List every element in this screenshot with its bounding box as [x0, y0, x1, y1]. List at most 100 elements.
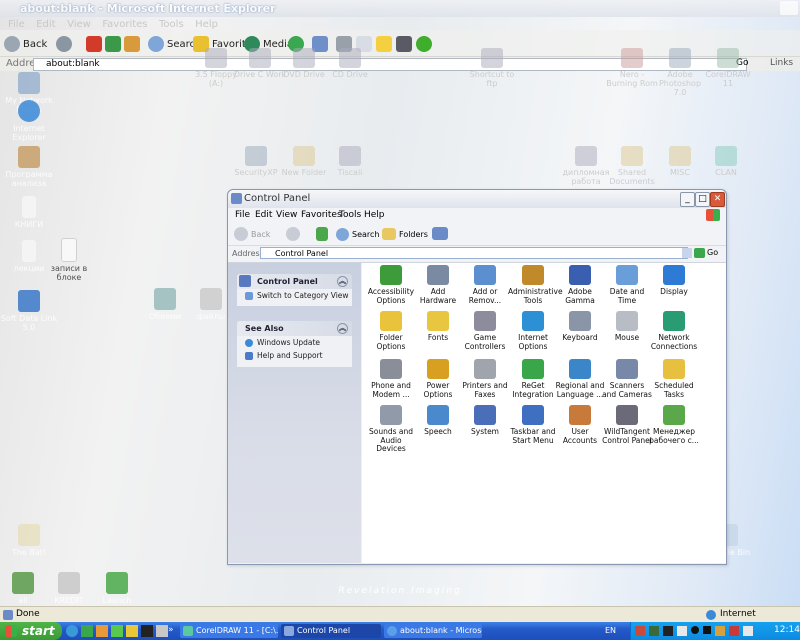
tray-app-icon[interactable]: [663, 626, 673, 636]
desktop-icon-notes[interactable]: записи в блоке: [40, 238, 98, 282]
cp-item-administrative-tools[interactable]: Administrative Tools: [508, 265, 563, 305]
clock[interactable]: 12:14: [774, 625, 800, 635]
ghost-icon[interactable]: Shortcut to ftp: [464, 48, 520, 88]
cp-item-taskbar-and-start-menu[interactable]: Taskbar and Start Menu: [508, 405, 558, 445]
home-icon[interactable]: [124, 36, 140, 52]
cp-title-bar[interactable]: Control Panel _ □ ✕: [228, 190, 726, 208]
cp-back-button[interactable]: Back: [234, 226, 270, 242]
ie-menu-edit[interactable]: Edit: [36, 19, 55, 30]
close-button[interactable]: ✕: [710, 192, 725, 207]
desktop-icon[interactable]: [81, 625, 93, 637]
app-icon[interactable]: [156, 625, 168, 637]
cp-item-scheduled-tasks[interactable]: Scheduled Tasks: [649, 359, 699, 399]
task-ie[interactable]: about:blank - Microso...: [384, 624, 482, 638]
cp-item-mouse[interactable]: Mouse: [602, 311, 652, 343]
cp-item-sounds-and-audio-devices[interactable]: Sounds and Audio Devices: [366, 405, 416, 454]
desktop-icon-analysis[interactable]: Программа анализа: [0, 146, 58, 188]
cp-item-speech[interactable]: Speech: [413, 405, 463, 437]
cp-item-game-controllers[interactable]: Game Controllers: [460, 311, 510, 351]
ie-back-button[interactable]: Back: [4, 35, 47, 53]
collapse-chevron-icon[interactable]: ︽: [337, 276, 348, 287]
task-control-panel[interactable]: Control Panel: [281, 624, 381, 638]
help-support-link[interactable]: Help and Support: [237, 349, 352, 362]
cp-item-add-or-remov[interactable]: Add or Remov...: [460, 265, 510, 305]
app-icon[interactable]: [96, 625, 108, 637]
cp-item-fonts[interactable]: Fonts: [413, 311, 463, 343]
ie-menu-view[interactable]: View: [67, 19, 91, 30]
ie-menu-favorites[interactable]: Favorites: [102, 19, 147, 30]
tray-app-icon[interactable]: [677, 626, 687, 636]
ghost-icon[interactable]: CLAN: [698, 146, 754, 177]
app-icon[interactable]: [126, 625, 138, 637]
cp-item-accessibility-options[interactable]: Accessibility Options: [366, 265, 416, 305]
volume-icon[interactable]: [743, 626, 753, 636]
ie-menu-file[interactable]: File: [8, 19, 25, 30]
cp-item-regional-and-language[interactable]: Regional and Language ...: [555, 359, 605, 399]
cp-search-button[interactable]: Search: [336, 226, 379, 242]
minimize-button[interactable]: _: [680, 192, 695, 207]
cp-folders-button[interactable]: Folders: [382, 226, 428, 242]
cp-go-button[interactable]: Go: [707, 248, 718, 257]
app-icon[interactable]: [141, 625, 153, 637]
cp-item-item-27[interactable]: Менеджер рабочего с...: [649, 405, 699, 445]
discuss-icon[interactable]: [376, 36, 392, 52]
chevron-right-icon[interactable]: »: [168, 625, 176, 637]
cp-item-adobe-gamma[interactable]: Adobe Gamma: [555, 265, 605, 305]
cp-menu-edit[interactable]: Edit: [255, 210, 272, 220]
messenger-icon[interactable]: [396, 36, 412, 52]
views-icon[interactable]: [432, 227, 448, 240]
cp-item-scanners-and-cameras[interactable]: Scanners and Cameras: [602, 359, 652, 399]
ghost-icon[interactable]: Tiscali: [322, 146, 378, 177]
start-button[interactable]: start: [0, 622, 62, 640]
cp-item-internet-options[interactable]: Internet Options: [508, 311, 558, 351]
language-indicator[interactable]: EN: [605, 626, 616, 635]
record-icon[interactable]: [691, 626, 699, 634]
cp-item-add-hardware[interactable]: Add Hardware: [413, 265, 463, 305]
cp-item-phone-and-modem[interactable]: Phone and Modem ...: [366, 359, 416, 399]
chevron-down-icon[interactable]: [682, 248, 692, 258]
app-icon[interactable]: [111, 625, 123, 637]
cp-menu-favorites[interactable]: Favorites: [301, 210, 342, 220]
cp-menu-help[interactable]: Help: [364, 210, 385, 220]
refresh-icon[interactable]: [105, 36, 121, 52]
cp-item-folder-options[interactable]: Folder Options: [366, 311, 416, 351]
cp-menu-view[interactable]: View: [276, 210, 297, 220]
ghost-icon[interactable]: CorelDRAW 11: [700, 48, 756, 88]
desktop-icon-ie[interactable]: Internet Explorer: [0, 100, 58, 142]
desktop-icon-thebat[interactable]: The Bat!: [0, 524, 58, 557]
switch-category-view-link[interactable]: Switch to Category View: [237, 289, 352, 302]
cp-item-user-accounts[interactable]: User Accounts: [555, 405, 605, 445]
cp-item-network-connections[interactable]: Network Connections: [649, 311, 699, 351]
cp-item-keyboard[interactable]: Keyboard: [555, 311, 605, 343]
tray-app-icon[interactable]: [729, 626, 739, 636]
collapse-chevron-icon[interactable]: ︽: [337, 323, 348, 334]
cp-item-wildtangent-control-panel[interactable]: WildTangent Control Panel: [602, 405, 652, 445]
ghost-icon[interactable]: CD Drive: [322, 48, 378, 79]
ie-menu-tools[interactable]: Tools: [159, 19, 184, 30]
tray-app-icon[interactable]: [635, 626, 645, 636]
task-coreldraw[interactable]: CorelDRAW 11 - [C:\...: [180, 624, 278, 638]
cp-menu-file[interactable]: File: [235, 210, 250, 220]
desktop-icon-books[interactable]: КНИГИ: [0, 196, 58, 229]
cp-item-display[interactable]: Display: [649, 265, 699, 297]
ie-forward-button[interactable]: [56, 35, 72, 53]
cp-item-printers-and-faxes[interactable]: Printers and Faxes: [460, 359, 510, 399]
stop-icon[interactable]: [86, 36, 102, 52]
ie-links[interactable]: Links: [770, 58, 793, 68]
up-folder-icon[interactable]: [316, 227, 328, 241]
tray-app-icon[interactable]: [715, 626, 725, 636]
ie-icon[interactable]: [66, 625, 78, 637]
cp-item-date-and-time[interactable]: Date and Time: [602, 265, 652, 305]
go-arrow-icon[interactable]: [694, 248, 705, 258]
cp-item-power-options[interactable]: Power Options: [413, 359, 463, 399]
windows-update-link[interactable]: Windows Update: [237, 336, 352, 349]
desktop-icon-launch[interactable]: Launch: [88, 572, 146, 605]
cp-address-field[interactable]: Control Panel: [260, 247, 688, 259]
forward-arrow-icon[interactable]: [286, 227, 300, 241]
cp-item-system[interactable]: System: [460, 405, 510, 437]
tray-app-icon[interactable]: [649, 626, 659, 636]
stop-icon[interactable]: [703, 626, 711, 634]
icq-flower-icon[interactable]: [416, 36, 432, 52]
ie-menu-help[interactable]: Help: [195, 19, 218, 30]
cp-menu-tools[interactable]: Tools: [339, 210, 361, 220]
